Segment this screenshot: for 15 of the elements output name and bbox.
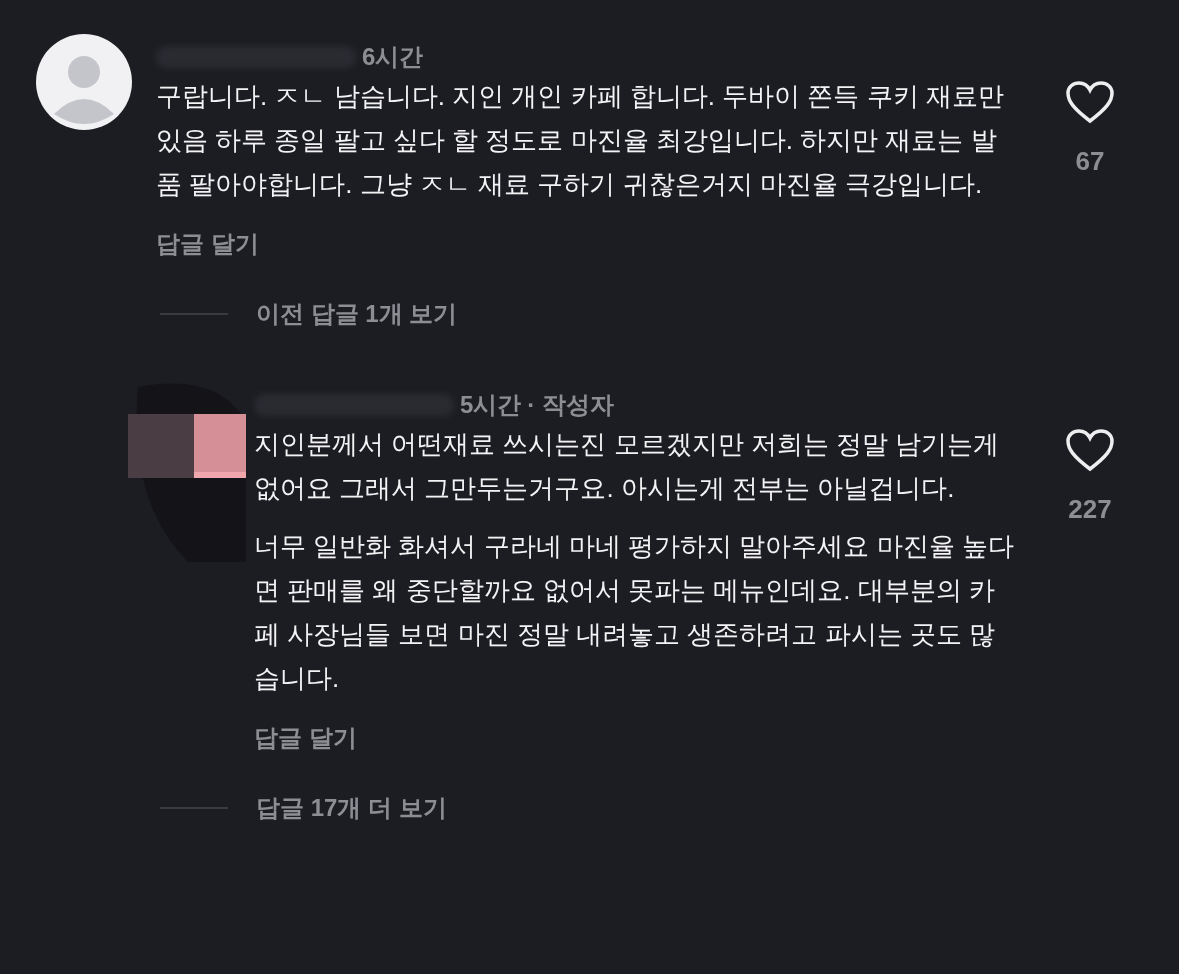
heart-icon[interactable] xyxy=(1065,80,1115,124)
author-tag: · 작성자 xyxy=(527,387,615,423)
like-count: 67 xyxy=(1075,145,1105,178)
heart-icon[interactable] xyxy=(1065,428,1115,472)
avatar-icon xyxy=(36,34,132,130)
comment-text: 너무 일반화 화셔서 구라네 마네 평가하지 말아주세요 마진율 높다면 판매를 왜 중단할까요 없어서 못파는 메뉴인데요. 대부분의 카페 사장님들 보면 마진 정말 내려놓고 생존하려고 파시는 곳도 많습니다. xyxy=(254,530,1015,695)
view-replies-link[interactable]: 이전 답글 1개 보기 xyxy=(256,296,458,332)
comment-time: 6시간 xyxy=(362,42,424,72)
reply-link[interactable]: 답글 달기 xyxy=(156,226,259,262)
view-replies-link[interactable]: 답글 17개 더 보기 xyxy=(256,790,447,826)
like-count: 227 xyxy=(1068,493,1112,526)
comment-text: 구랍니다. ㅈㄴ 남습니다. 지인 개인 카페 합니다. 두바이 쫀득 쿠키 재료만 있음 하루 종일 팔고 싶다 할 정도로 마진율 최강입니다. 하지만 재료는 발품 팔아야합니다. 그냥 ㅈㄴ 재료 구하기 귀찮은거지 마진율 극강입니다. xyxy=(156,80,1005,201)
comment-time: 5시간 xyxy=(460,390,522,420)
comment-text: 지인분께서 어떤재료 쓰시는진 모르겠지만 저희는 정말 남기는게 없어요 그래서 그만두는거구요. 아시는게 전부는 아닐겁니다. xyxy=(254,428,1001,505)
reply-link[interactable]: 답글 달기 xyxy=(254,720,357,756)
